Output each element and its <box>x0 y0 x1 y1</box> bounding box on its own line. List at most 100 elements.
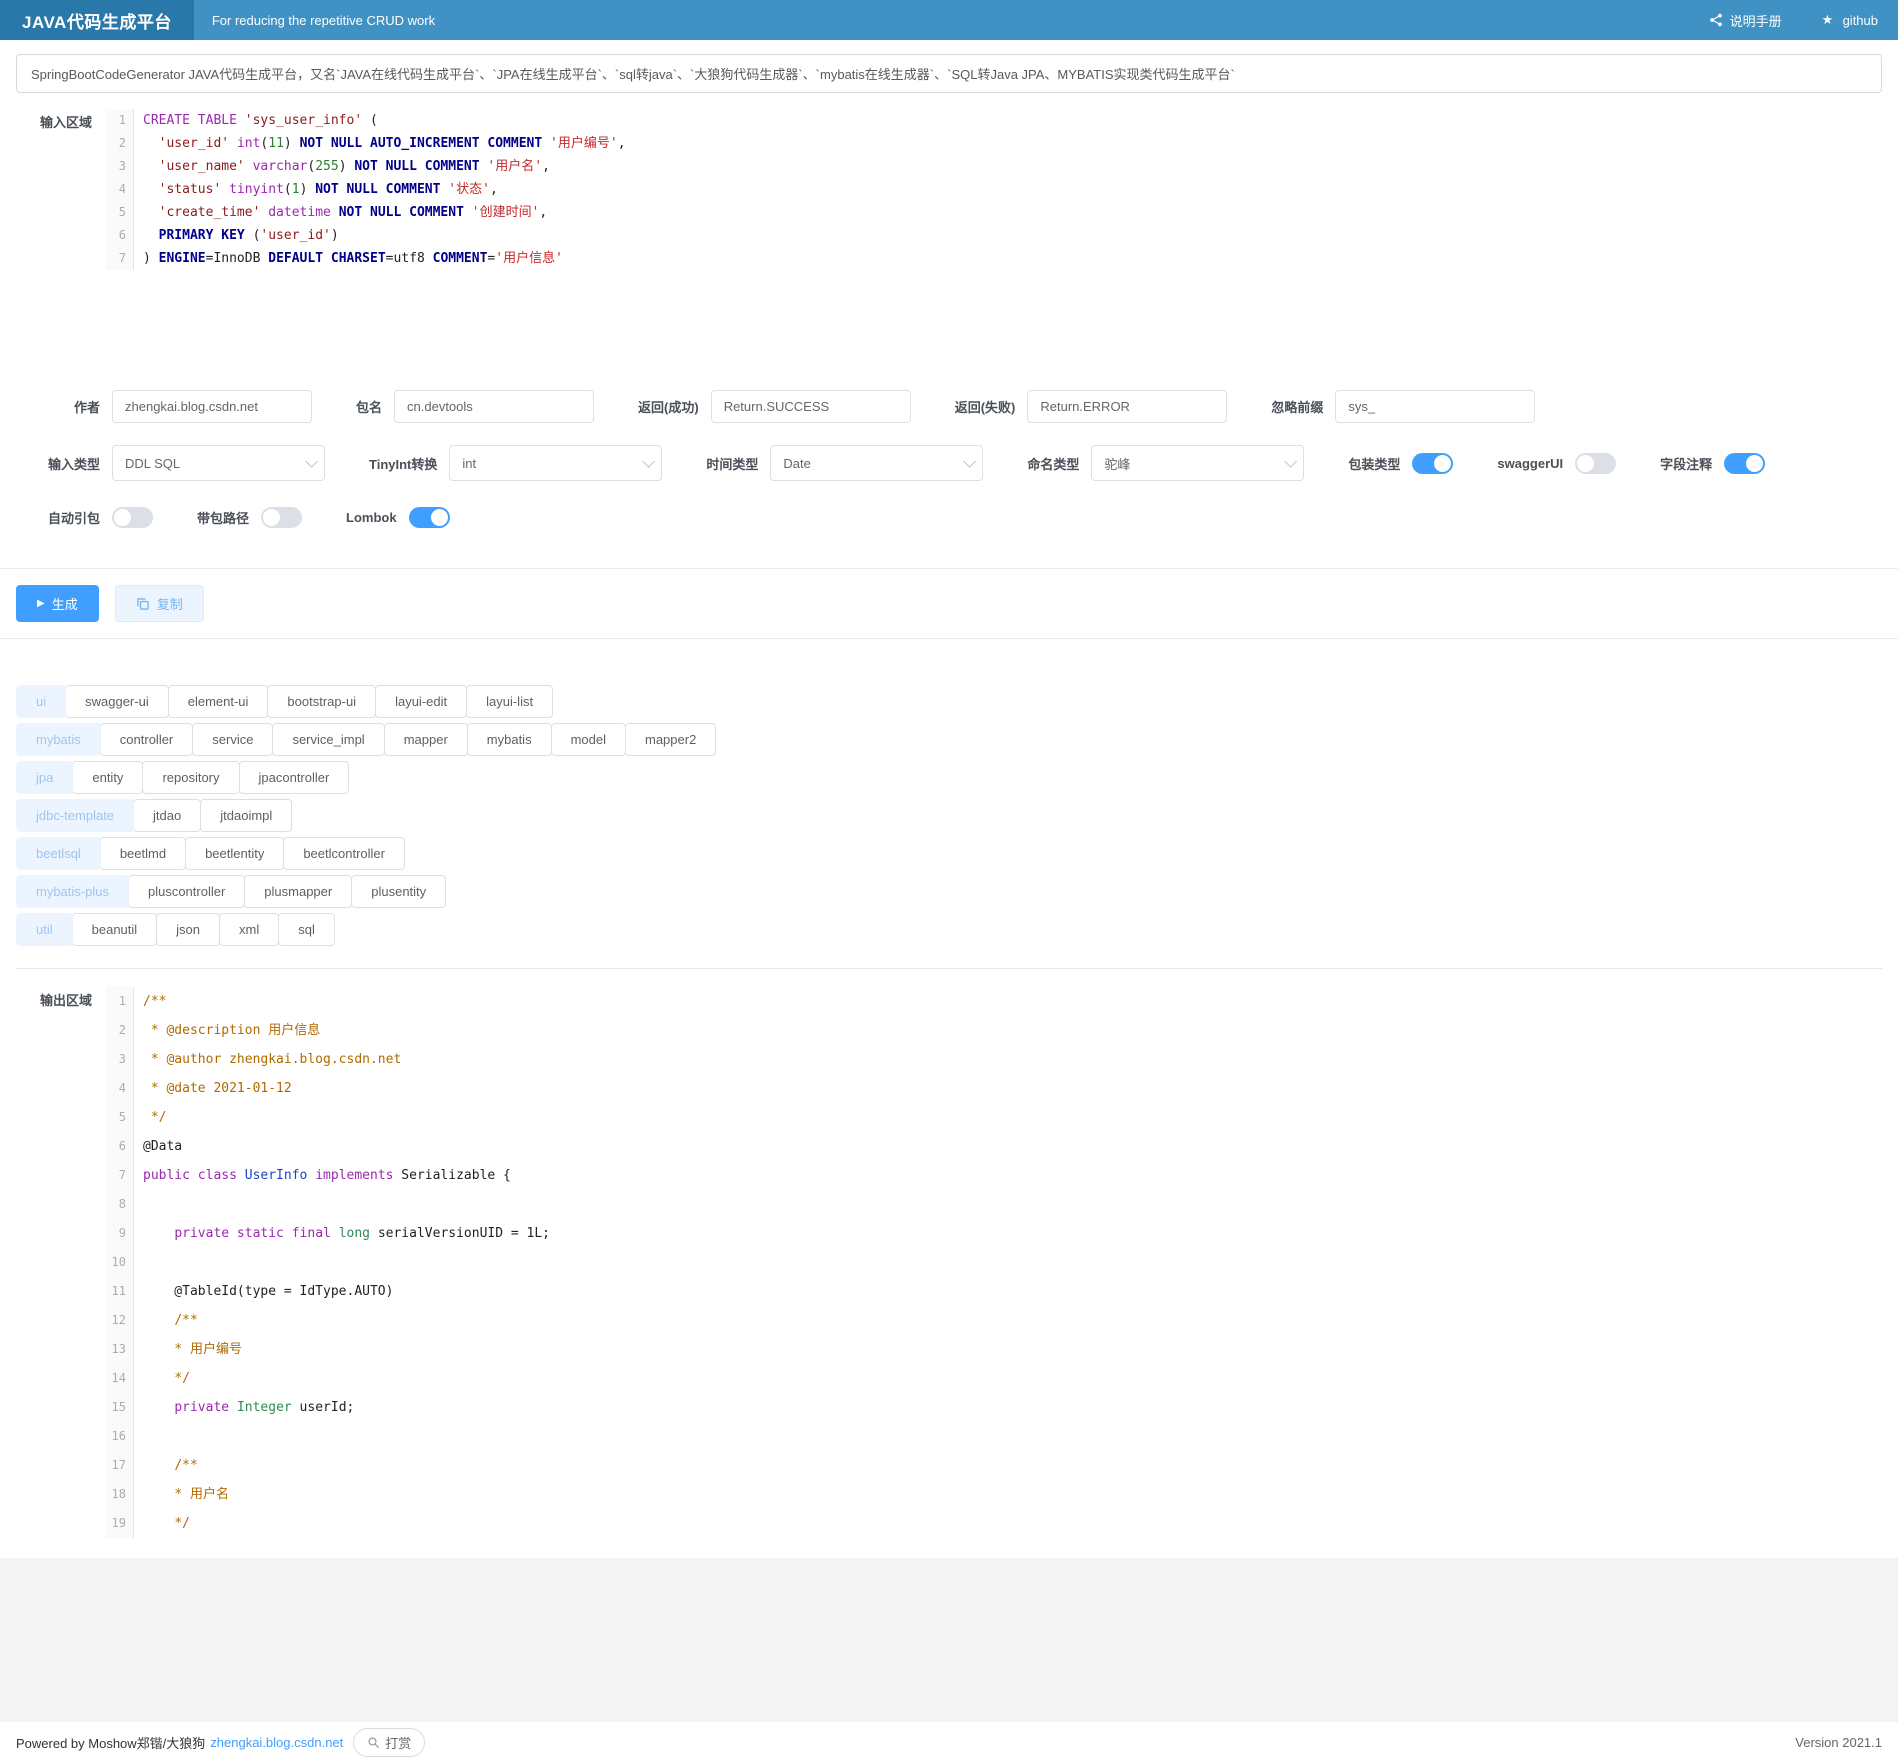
text-input-包名[interactable] <box>394 390 594 423</box>
line-number: 2 <box>106 1016 134 1045</box>
tab-row-ui: uiswagger-uielement-uibootstrap-uilayui-… <box>16 685 1882 718</box>
toggle-group-包装类型: 包装类型 <box>1348 453 1453 474</box>
share-icon <box>1709 13 1723 27</box>
tab-ui-swagger-ui[interactable]: swagger-ui <box>65 685 169 718</box>
tab-mybatis-mapper[interactable]: mapper <box>384 723 468 756</box>
tab-mybatis-model[interactable]: model <box>551 723 626 756</box>
tab-util-xml[interactable]: xml <box>219 913 279 946</box>
copy-icon <box>136 597 150 611</box>
tab-mybatis-plus-plusentity[interactable]: plusentity <box>351 875 446 908</box>
manual-link[interactable]: 说明手册 <box>1709 11 1782 30</box>
code-text: private static final long serialVersionU… <box>134 1219 550 1248</box>
toggle-label: Lombok <box>346 510 397 525</box>
select-时间类型[interactable]: Date <box>770 445 983 481</box>
tab-jdbc-template-jtdao[interactable]: jtdao <box>133 799 201 832</box>
tab-ui-layui-list[interactable]: layui-list <box>466 685 553 718</box>
sql-line: 4 'status' tinyint(1) NOT NULL COMMENT '… <box>106 178 1882 201</box>
tab-jpa-jpacontroller[interactable]: jpacontroller <box>239 761 350 794</box>
text-input-作者[interactable] <box>112 390 312 423</box>
select-TinyInt转换[interactable]: int <box>449 445 662 481</box>
tab-util-beanutil[interactable]: beanutil <box>72 913 158 946</box>
select-group-命名类型: 命名类型驼峰 <box>1027 445 1304 481</box>
tab-beetlsql-beetlentity[interactable]: beetlentity <box>185 837 284 870</box>
code-text: 'status' tinyint(1) NOT NULL COMMENT '状态… <box>134 178 498 201</box>
field-label: 作者 <box>16 397 100 416</box>
tab-row-beetlsql: beetlsqlbeetlmdbeetlentitybeetlcontrolle… <box>16 837 1882 870</box>
java-line: 19 */ <box>106 1509 1882 1538</box>
field-group-包名: 包名 <box>356 390 594 423</box>
tab-ui-bootstrap-ui[interactable]: bootstrap-ui <box>267 685 376 718</box>
field-label: 时间类型 <box>706 454 758 473</box>
toggle-自动引包[interactable] <box>112 507 153 528</box>
toggle-字段注释[interactable] <box>1724 453 1765 474</box>
tab-mybatis-service[interactable]: service <box>192 723 273 756</box>
line-number: 15 <box>106 1393 134 1422</box>
action-bar: ▶ 生成 复制 <box>0 568 1898 639</box>
sql-line: 3 'user_name' varchar(255) NOT NULL COMM… <box>106 155 1882 178</box>
author-blog-link[interactable]: zhengkai.blog.csdn.net <box>210 1735 343 1750</box>
tab-beetlsql-beetlcontroller[interactable]: beetlcontroller <box>283 837 405 870</box>
toggle-包装类型[interactable] <box>1412 453 1453 474</box>
tab-util-util[interactable]: util <box>16 913 73 946</box>
tab-mybatis-plus-pluscontroller[interactable]: pluscontroller <box>128 875 245 908</box>
toggle-带包路径[interactable] <box>261 507 302 528</box>
toggle-knob <box>1434 455 1451 472</box>
text-input-返回(成功)[interactable] <box>711 390 911 423</box>
tab-jdbc-template-jdbc-template[interactable]: jdbc-template <box>16 799 134 832</box>
java-line: 14 */ <box>106 1364 1882 1393</box>
code-text: * 用户名 <box>134 1480 229 1509</box>
toggle-Lombok[interactable] <box>409 507 450 528</box>
tab-mybatis-controller[interactable]: controller <box>100 723 193 756</box>
output-section: 输出区域 1/**2 * @description 用户信息3 * @autho… <box>0 987 1882 1538</box>
tab-mybatis-mybatis[interactable]: mybatis <box>467 723 552 756</box>
java-output-editor[interactable]: 1/**2 * @description 用户信息3 * @author zhe… <box>106 987 1882 1538</box>
github-link[interactable]: ★ github <box>1822 13 1878 28</box>
page-background-gap <box>0 1558 1898 1722</box>
tab-jdbc-template-jtdaoimpl[interactable]: jtdaoimpl <box>200 799 292 832</box>
field-label: TinyInt转换 <box>369 454 437 473</box>
tab-mybatis-mybatis[interactable]: mybatis <box>16 723 101 756</box>
select-value: Date <box>783 456 810 471</box>
code-text: * @description 用户信息 <box>134 1016 320 1045</box>
copy-button[interactable]: 复制 <box>115 585 204 622</box>
donate-button[interactable]: 打赏 <box>353 1728 425 1757</box>
select-group-时间类型: 时间类型 Date <box>706 445 983 481</box>
toggle-swaggerUI[interactable] <box>1575 453 1616 474</box>
tab-beetlsql-beetlmd[interactable]: beetlmd <box>100 837 186 870</box>
tab-beetlsql-beetlsql[interactable]: beetlsql <box>16 837 101 870</box>
select-命名类型[interactable]: 驼峰 <box>1091 445 1304 481</box>
form-row-text-fields: 作者包名返回(成功)返回(失败)忽略前缀 <box>16 390 1898 423</box>
text-input-忽略前缀[interactable] <box>1335 390 1535 423</box>
tab-jpa-entity[interactable]: entity <box>72 761 143 794</box>
text-input-返回(失败)[interactable] <box>1027 390 1227 423</box>
sql-input-editor[interactable]: 1CREATE TABLE 'sys_user_info' (2 'user_i… <box>106 109 1882 270</box>
sql-line: 1CREATE TABLE 'sys_user_info' ( <box>106 109 1882 132</box>
toggle-group-Lombok: Lombok <box>346 507 450 528</box>
tab-mybatis-plus-mybatis-plus[interactable]: mybatis-plus <box>16 875 129 908</box>
generate-button[interactable]: ▶ 生成 <box>16 585 99 622</box>
tab-row-mybatis-plus: mybatis-pluspluscontrollerplusmapperplus… <box>16 875 1882 908</box>
tab-mybatis-mapper2[interactable]: mapper2 <box>625 723 716 756</box>
tab-jpa-jpa[interactable]: jpa <box>16 761 73 794</box>
code-text: public class UserInfo implements Seriali… <box>134 1161 511 1190</box>
chevron-down-icon <box>1285 455 1298 468</box>
generate-button-label: 生成 <box>52 594 78 613</box>
code-text: 'user_id' int(11) NOT NULL AUTO_INCREMEN… <box>134 132 626 155</box>
code-text: /** <box>134 987 166 1016</box>
toggle-label: 字段注释 <box>1660 454 1712 473</box>
line-number: 12 <box>106 1306 134 1335</box>
code-text: */ <box>134 1509 190 1538</box>
toggle-knob <box>431 509 448 526</box>
manual-link-label: 说明手册 <box>1730 11 1782 30</box>
tab-ui-ui[interactable]: ui <box>16 685 66 718</box>
line-number: 19 <box>106 1509 134 1538</box>
select-输入类型[interactable]: DDL SQL <box>112 445 325 481</box>
tab-util-json[interactable]: json <box>156 913 220 946</box>
tab-util-sql[interactable]: sql <box>278 913 335 946</box>
tab-mybatis-plus-plusmapper[interactable]: plusmapper <box>244 875 352 908</box>
toggle-group-字段注释: 字段注释 <box>1660 453 1765 474</box>
tab-ui-layui-edit[interactable]: layui-edit <box>375 685 467 718</box>
tab-jpa-repository[interactable]: repository <box>142 761 239 794</box>
tab-mybatis-service_impl[interactable]: service_impl <box>272 723 384 756</box>
tab-ui-element-ui[interactable]: element-ui <box>168 685 269 718</box>
